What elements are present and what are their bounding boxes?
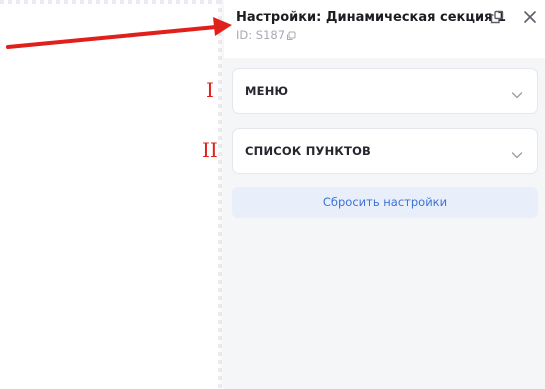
canvas-dashed-edge-top <box>0 0 224 4</box>
canvas-dashed-edge-right <box>218 0 222 389</box>
close-button[interactable] <box>522 10 538 26</box>
detach-window-icon <box>490 9 504 28</box>
annotation-marker-2: II <box>202 138 218 162</box>
close-icon <box>523 9 537 28</box>
accordion-items-list-label: СПИСОК ПУНКТОВ <box>245 144 372 158</box>
page-canvas <box>0 0 224 389</box>
section-id: ID: S187 <box>236 28 296 42</box>
settings-panel: Настройки: Динамическая секция 1 ID: S18… <box>224 0 545 389</box>
section-id-text: ID: S187 <box>236 28 286 42</box>
accordion-menu-label: МЕНЮ <box>245 84 289 98</box>
copy-icon[interactable] <box>286 30 296 40</box>
detach-window-button[interactable] <box>489 10 505 26</box>
chevron-down-icon <box>511 146 523 159</box>
annotation-marker-1: I <box>206 78 214 102</box>
accordion-items-list[interactable]: СПИСОК ПУНКТОВ <box>232 128 538 174</box>
reset-settings-button[interactable]: Сбросить настройки <box>232 187 538 218</box>
panel-title: Настройки: Динамическая секция 1 <box>236 10 506 25</box>
chevron-down-icon <box>511 86 523 99</box>
accordion-menu[interactable]: МЕНЮ <box>232 68 538 114</box>
panel-header: Настройки: Динамическая секция 1 ID: S18… <box>224 0 545 58</box>
